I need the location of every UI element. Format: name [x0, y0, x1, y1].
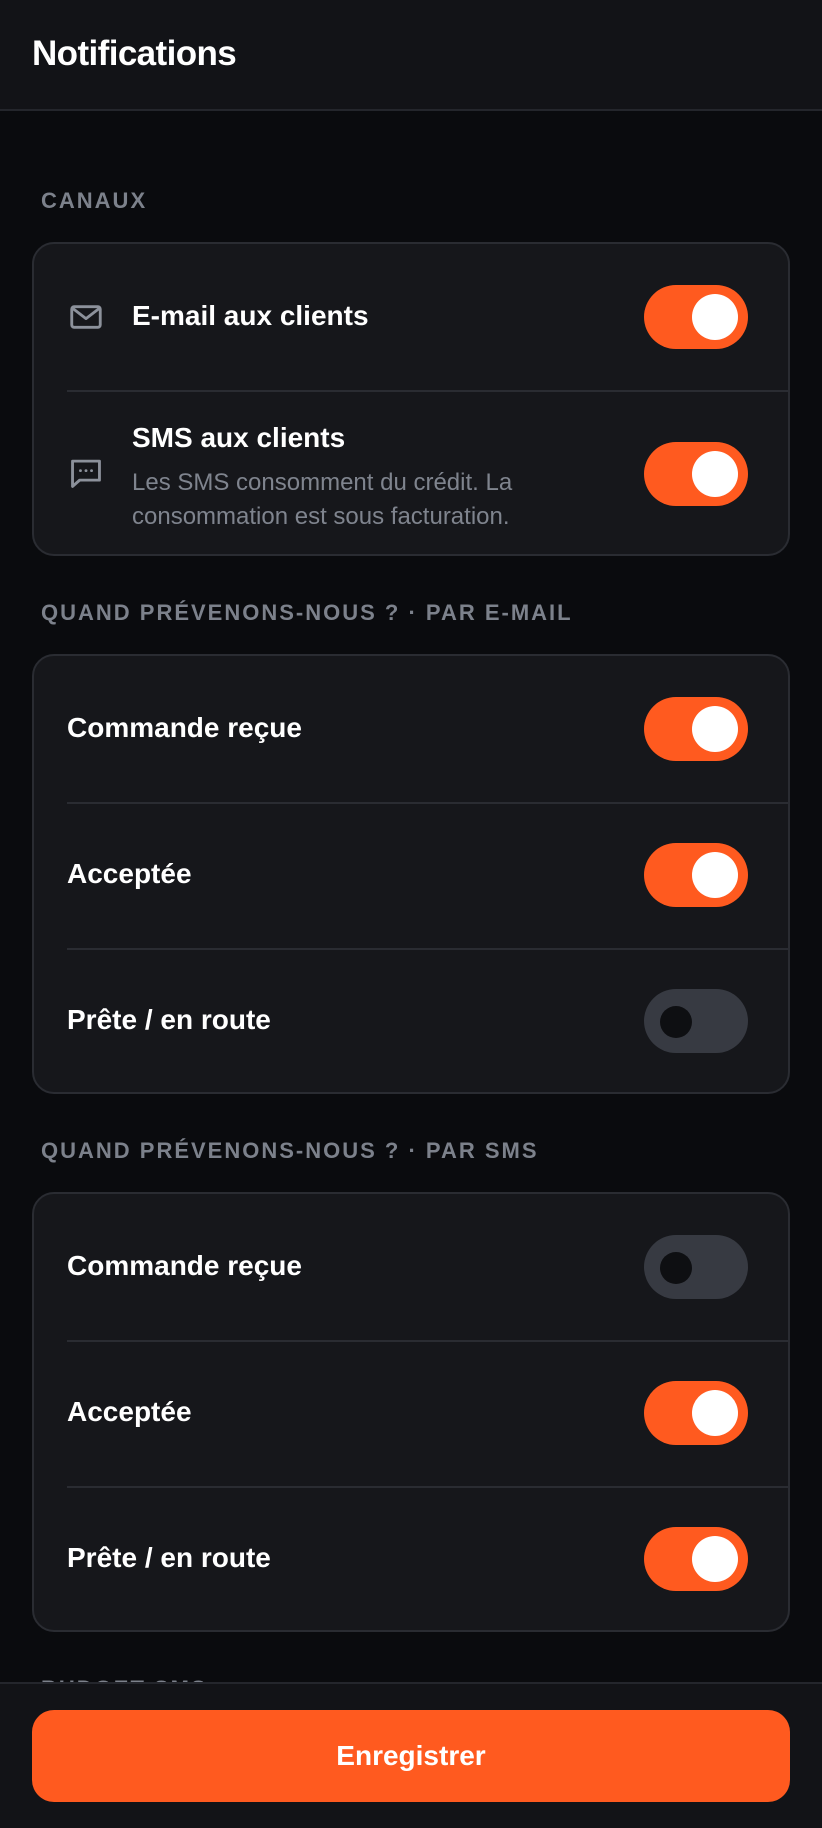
- email-channel-toggle[interactable]: [644, 285, 748, 349]
- header: Notifications: [0, 0, 822, 111]
- channel-row-sms: SMS aux clients Les SMS consomment du cr…: [34, 390, 788, 554]
- section-label-channels: CANAUX: [41, 188, 148, 213]
- email-event-label: Commande reçue: [67, 712, 302, 743]
- email-order-received-toggle[interactable]: [644, 697, 748, 761]
- email-event-row: Acceptée: [34, 802, 788, 948]
- row-divider: [67, 1486, 788, 1488]
- sms-ready-toggle[interactable]: [644, 1527, 748, 1591]
- sms-event-row: Prête / en route: [34, 1486, 788, 1630]
- sms-event-row: Commande reçue: [34, 1194, 788, 1340]
- toggle-knob: [660, 1252, 692, 1284]
- email-event-label: Acceptée: [67, 858, 192, 889]
- row-divider: [67, 1340, 788, 1342]
- channels-card: E-mail aux clients SMS aux clients Les S…: [32, 242, 790, 556]
- toggle-knob: [692, 1536, 738, 1582]
- sms-accepted-toggle[interactable]: [644, 1381, 748, 1445]
- row-divider: [67, 390, 788, 392]
- email-events-card: Commande reçue Acceptée Prête / en route: [32, 654, 790, 1094]
- row-divider: [67, 948, 788, 950]
- email-event-row: Prête / en route: [34, 948, 788, 1092]
- email-event-label: Prête / en route: [67, 1004, 271, 1035]
- toggle-knob: [692, 706, 738, 752]
- sms-order-received-toggle[interactable]: [644, 1235, 748, 1299]
- channel-sms-label: SMS aux clients: [132, 422, 346, 453]
- channel-row-email: E-mail aux clients: [34, 244, 788, 390]
- section-label-sms-events: QUAND PRÉVENONS-NOUS ? · PAR SMS: [41, 1138, 539, 1163]
- sms-events-card: Commande reçue Acceptée Prête / en route: [32, 1192, 790, 1632]
- section-label-email-events: QUAND PRÉVENONS-NOUS ? · PAR E-MAIL: [41, 600, 573, 625]
- chat-bubble-icon: [67, 454, 105, 492]
- sms-event-row: Acceptée: [34, 1340, 788, 1486]
- toggle-knob: [660, 1006, 692, 1038]
- email-event-row: Commande reçue: [34, 656, 788, 802]
- channel-sms-description: Les SMS consomment du crédit. La consomm…: [132, 469, 513, 530]
- save-button[interactable]: Enregistrer: [32, 1710, 790, 1802]
- email-accepted-toggle[interactable]: [644, 843, 748, 907]
- notifications-screen: Notifications CANAUX E-mail aux clients: [0, 0, 822, 1828]
- sms-channel-toggle[interactable]: [644, 442, 748, 506]
- sms-event-label: Acceptée: [67, 1396, 192, 1427]
- row-divider: [67, 802, 788, 804]
- email-ready-toggle[interactable]: [644, 989, 748, 1053]
- page-title: Notifications: [32, 34, 237, 73]
- sms-event-label: Commande reçue: [67, 1250, 302, 1281]
- toggle-knob: [692, 294, 738, 340]
- toggle-knob: [692, 451, 738, 497]
- channel-email-label: E-mail aux clients: [132, 300, 369, 331]
- toggle-knob: [692, 852, 738, 898]
- envelope-icon: [67, 298, 105, 336]
- sms-event-label: Prête / en route: [67, 1542, 271, 1573]
- toggle-knob: [692, 1390, 738, 1436]
